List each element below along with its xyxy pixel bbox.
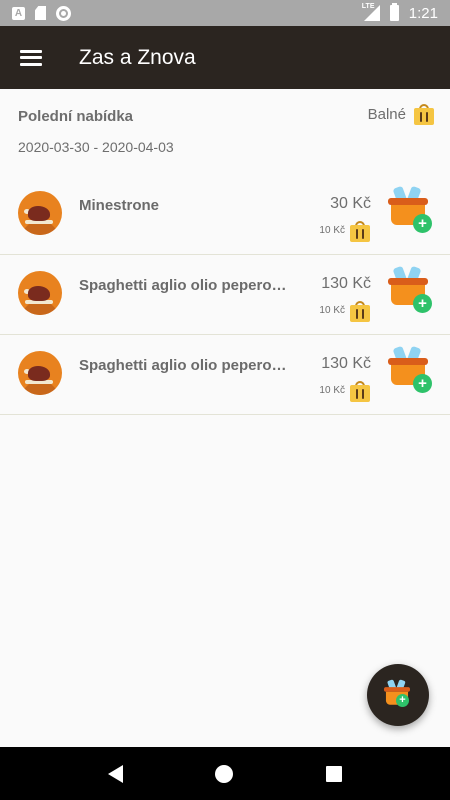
plus-icon: + [413,374,432,393]
packaging-label: Balné [367,106,406,123]
food-price: 130 Kč [321,275,371,292]
main-content: Polední nabídka 2020-03-30 - 2020-04-03 … [0,89,450,747]
menu-dates: 2020-03-30 - 2020-04-03 [18,139,174,155]
packaging-price-text: 10 Kč [319,305,345,316]
takeaway-bag-icon [350,301,370,322]
packaging-price-text: 10 Kč [319,225,345,236]
status-time: 1:21 [408,4,438,22]
packaging-price: 10 Kč [319,379,370,402]
sd-card-icon [35,6,46,20]
signal-icon: LTE [361,3,380,21]
packaging-price: 10 Kč [319,219,370,242]
plus-icon: + [396,694,409,707]
food-icon [18,271,62,315]
food-icon [18,351,62,395]
food-icon [18,191,62,235]
status-icons-right: LTE 1:21 [361,3,438,22]
plus-icon: + [413,214,432,233]
food-price: 130 Kč [321,355,371,372]
food-name: Spaghetti aglio olio peperoncino [79,357,291,374]
app-title: Zas a Znova [79,45,196,69]
food-item[interactable]: Spaghetti aglio olio peperoncino 130 Kč … [0,335,450,415]
system-nav-bar [0,747,450,800]
food-name: Minestrone [79,197,160,214]
food-item[interactable]: Spaghetti aglio olio peperoncino 130 Kč … [0,255,450,335]
add-to-basket-button[interactable]: + [388,345,434,393]
network-type: LTE [361,3,375,10]
status-bar: A LTE 1:21 [0,0,450,26]
packaging-info: Balné [368,104,434,125]
record-icon [56,5,71,21]
food-list: Minestrone 30 Kč 10 Kč + Spaghetti aglio… [0,174,450,415]
takeaway-bag-icon [350,381,370,402]
home-icon[interactable] [215,764,234,783]
add-to-basket-button[interactable]: + [388,185,434,233]
packaging-price: 10 Kč [319,299,370,322]
menu-header: Polední nabídka 2020-03-30 - 2020-04-03 … [0,89,450,174]
food-name: Spaghetti aglio olio peperoncino [79,277,291,294]
packaging-price-text: 10 Kč [319,385,345,396]
food-item[interactable]: Minestrone 30 Kč 10 Kč + [0,175,450,255]
battery-icon [389,3,399,21]
menu-button[interactable] [0,26,62,89]
status-icons-left: A [12,5,71,21]
food-price: 30 Kč [330,195,371,212]
plus-icon: + [413,294,432,313]
notification-a-icon: A [12,6,25,20]
takeaway-bag-icon [350,221,370,242]
back-icon[interactable] [108,764,124,783]
menu-title: Polední nabídka [18,108,134,125]
recent-apps-icon[interactable] [325,765,342,782]
add-to-basket-button[interactable]: + [388,265,434,313]
hamburger-icon [20,49,42,66]
cart-fab-button[interactable]: + [367,664,429,726]
app-bar: Zas a Znova [0,26,450,89]
takeaway-bag-icon [414,104,434,125]
